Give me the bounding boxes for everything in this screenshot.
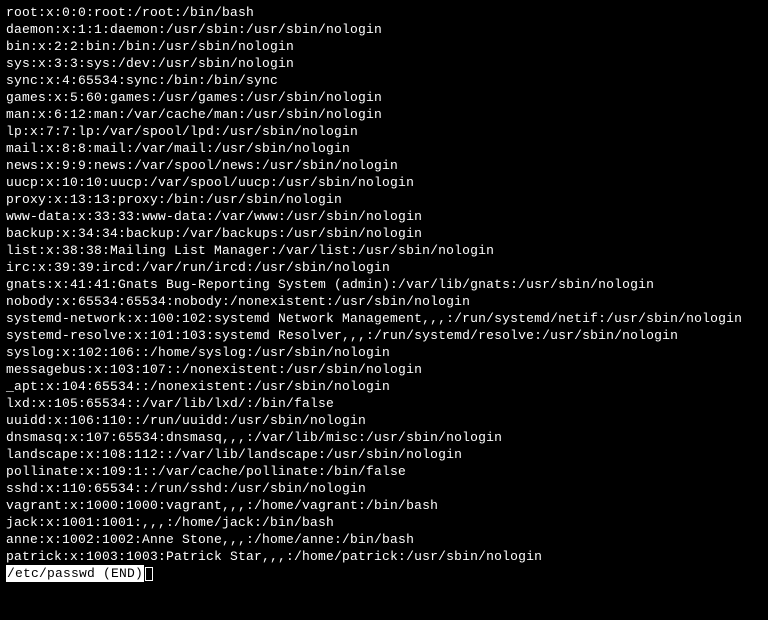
terminal-line: news:x:9:9:news:/var/spool/news:/usr/sbi…: [6, 157, 762, 174]
terminal-line: sshd:x:110:65534::/run/sshd:/usr/sbin/no…: [6, 480, 762, 497]
terminal-line: dnsmasq:x:107:65534:dnsmasq,,,:/var/lib/…: [6, 429, 762, 446]
terminal-line: landscape:x:108:112::/var/lib/landscape:…: [6, 446, 762, 463]
terminal-line: patrick:x:1003:1003:Patrick Star,,,:/hom…: [6, 548, 762, 565]
terminal-line: mail:x:8:8:mail:/var/mail:/usr/sbin/nolo…: [6, 140, 762, 157]
terminal-line: anne:x:1002:1002:Anne Stone,,,:/home/ann…: [6, 531, 762, 548]
terminal-line: lp:x:7:7:lp:/var/spool/lpd:/usr/sbin/nol…: [6, 123, 762, 140]
terminal-line: uuidd:x:106:110::/run/uuidd:/usr/sbin/no…: [6, 412, 762, 429]
terminal-line: bin:x:2:2:bin:/bin:/usr/sbin/nologin: [6, 38, 762, 55]
terminal-line: jack:x:1001:1001:,,,:/home/jack:/bin/bas…: [6, 514, 762, 531]
terminal-line: www-data:x:33:33:www-data:/var/www:/usr/…: [6, 208, 762, 225]
terminal-line: lxd:x:105:65534::/var/lib/lxd/:/bin/fals…: [6, 395, 762, 412]
terminal-line: man:x:6:12:man:/var/cache/man:/usr/sbin/…: [6, 106, 762, 123]
terminal-line: sys:x:3:3:sys:/dev:/usr/sbin/nologin: [6, 55, 762, 72]
terminal-line: systemd-network:x:100:102:systemd Networ…: [6, 310, 762, 327]
terminal-line: proxy:x:13:13:proxy:/bin:/usr/sbin/nolog…: [6, 191, 762, 208]
terminal-output[interactable]: root:x:0:0:root:/root:/bin/bashdaemon:x:…: [6, 4, 762, 565]
terminal-line: uucp:x:10:10:uucp:/var/spool/uucp:/usr/s…: [6, 174, 762, 191]
terminal-line: backup:x:34:34:backup:/var/backups:/usr/…: [6, 225, 762, 242]
terminal-line: irc:x:39:39:ircd:/var/run/ircd:/usr/sbin…: [6, 259, 762, 276]
terminal-line: messagebus:x:103:107::/nonexistent:/usr/…: [6, 361, 762, 378]
terminal-line: games:x:5:60:games:/usr/games:/usr/sbin/…: [6, 89, 762, 106]
pager-status-row: /etc/passwd (END): [6, 565, 762, 582]
terminal-line: sync:x:4:65534:sync:/bin:/bin/sync: [6, 72, 762, 89]
terminal-line: pollinate:x:109:1::/var/cache/pollinate:…: [6, 463, 762, 480]
terminal-line: vagrant:x:1000:1000:vagrant,,,:/home/vag…: [6, 497, 762, 514]
terminal-line: gnats:x:41:41:Gnats Bug-Reporting System…: [6, 276, 762, 293]
terminal-line: systemd-resolve:x:101:103:systemd Resolv…: [6, 327, 762, 344]
terminal-line: nobody:x:65534:65534:nobody:/nonexistent…: [6, 293, 762, 310]
terminal-line: syslog:x:102:106::/home/syslog:/usr/sbin…: [6, 344, 762, 361]
terminal-line: root:x:0:0:root:/root:/bin/bash: [6, 4, 762, 21]
cursor: [145, 567, 153, 581]
terminal-line: list:x:38:38:Mailing List Manager:/var/l…: [6, 242, 762, 259]
terminal-line: daemon:x:1:1:daemon:/usr/sbin:/usr/sbin/…: [6, 21, 762, 38]
terminal-line: _apt:x:104:65534::/nonexistent:/usr/sbin…: [6, 378, 762, 395]
pager-status: /etc/passwd (END): [6, 565, 144, 582]
